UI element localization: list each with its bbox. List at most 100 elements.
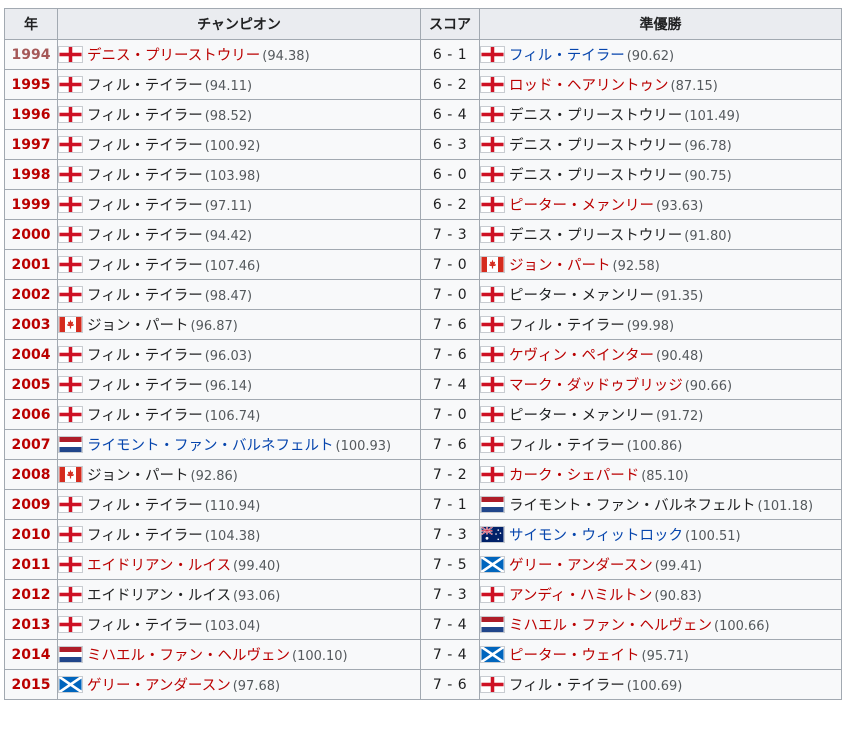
- england-flag-icon[interactable]: [58, 106, 83, 123]
- year-link[interactable]: 2009: [12, 497, 51, 513]
- year-link[interactable]: 1996: [12, 107, 51, 123]
- table-row: 2008 ジョン・パート (92.86) 7 - 2 カーク・シェパード (85.10): [4, 459, 842, 490]
- three-dart-average: (90.48): [656, 349, 704, 364]
- player-name[interactable]: ミハエル・ファン・ヘルヴェン: [87, 648, 290, 664]
- england-flag-icon[interactable]: [58, 166, 83, 183]
- england-flag-icon[interactable]: [480, 676, 505, 693]
- england-flag-icon[interactable]: [58, 226, 83, 243]
- england-flag-icon[interactable]: [58, 196, 83, 213]
- england-flag-icon[interactable]: [58, 256, 83, 273]
- canada-flag-icon[interactable]: [58, 466, 83, 483]
- player-name[interactable]: フィル・テイラー: [509, 48, 625, 64]
- year-link[interactable]: 1998: [12, 167, 51, 183]
- england-flag-icon[interactable]: [480, 196, 505, 213]
- runner-up-cell: サイモン・ウィットロック (100.51): [479, 519, 842, 550]
- year-link[interactable]: 2003: [12, 317, 51, 333]
- player-name[interactable]: エイドリアン・ルイス: [87, 558, 231, 574]
- year-link[interactable]: 2008: [12, 467, 51, 483]
- runner-up-cell: ピーター・ウェイト (95.71): [479, 639, 842, 670]
- year-link[interactable]: 1995: [12, 77, 51, 93]
- england-flag-icon[interactable]: [480, 406, 505, 423]
- player-name[interactable]: ライモント・ファン・バルネフェルト: [87, 438, 334, 454]
- england-flag-icon[interactable]: [58, 76, 83, 93]
- year-link[interactable]: 2007: [12, 437, 51, 453]
- england-flag-icon[interactable]: [480, 226, 505, 243]
- england-flag-icon[interactable]: [480, 76, 505, 93]
- runner-up-cell: フィル・テイラー (99.98): [479, 309, 842, 340]
- champion-cell: エイドリアン・ルイス (99.40): [57, 549, 421, 580]
- england-flag-icon[interactable]: [480, 136, 505, 153]
- champion-cell: フィル・テイラー (104.38): [57, 519, 421, 550]
- netherlands-flag-icon[interactable]: [480, 496, 505, 513]
- three-dart-average: (99.40): [232, 559, 281, 574]
- player-name[interactable]: サイモン・ウィットロック: [509, 528, 683, 544]
- england-flag-icon[interactable]: [480, 466, 505, 483]
- scotland-flag-icon[interactable]: [480, 646, 505, 663]
- netherlands-flag-icon[interactable]: [58, 436, 83, 453]
- player-name[interactable]: ジョン・パート: [509, 258, 611, 274]
- runner-up-cell: フィル・テイラー (100.86): [479, 429, 842, 460]
- player-name[interactable]: デニス・プリーストウリー: [87, 48, 260, 64]
- scotland-flag-icon[interactable]: [480, 556, 505, 573]
- year-link[interactable]: 1994: [12, 47, 51, 63]
- year-link[interactable]: 2015: [12, 677, 51, 693]
- champion-cell: ライモント・ファン・バルネフェルト (100.93): [57, 429, 421, 460]
- three-dart-average: (101.49): [684, 109, 740, 124]
- year-link[interactable]: 2010: [12, 527, 51, 543]
- player-name[interactable]: カーク・シェパード: [509, 468, 639, 484]
- england-flag-icon[interactable]: [58, 286, 83, 303]
- score-cell: 6 - 4: [420, 99, 480, 130]
- year-link[interactable]: 2006: [12, 407, 51, 423]
- year-link[interactable]: 2001: [12, 257, 51, 273]
- england-flag-icon[interactable]: [58, 406, 83, 423]
- england-flag-icon[interactable]: [480, 286, 505, 303]
- player-name[interactable]: ピーター・メァンリー: [509, 198, 654, 214]
- player-name[interactable]: ロッド・ヘアリントゥン: [509, 78, 669, 94]
- england-flag-icon[interactable]: [58, 376, 83, 393]
- three-dart-average: (106.74): [204, 409, 261, 424]
- year-link[interactable]: 2012: [12, 587, 51, 603]
- england-flag-icon[interactable]: [58, 346, 83, 363]
- table-row: 1996 フィル・テイラー (98.52) 6 - 4 デニス・プリーストウリー (101…: [4, 99, 842, 130]
- player-name: ジョン・パート: [87, 318, 189, 334]
- year-link[interactable]: 2005: [12, 377, 51, 393]
- england-flag-icon[interactable]: [480, 376, 505, 393]
- player-name[interactable]: ピーター・ウェイト: [509, 648, 640, 664]
- player-name[interactable]: ミハエル・ファン・ヘルヴェン: [509, 618, 712, 634]
- scotland-flag-icon[interactable]: [58, 676, 83, 693]
- netherlands-flag-icon[interactable]: [58, 646, 83, 663]
- england-flag-icon[interactable]: [480, 46, 505, 63]
- england-flag-icon[interactable]: [58, 616, 83, 633]
- england-flag-icon[interactable]: [480, 586, 505, 603]
- england-flag-icon[interactable]: [480, 316, 505, 333]
- canada-flag-icon[interactable]: [480, 256, 505, 273]
- year-link[interactable]: 2013: [12, 617, 51, 633]
- england-flag-icon[interactable]: [58, 556, 83, 573]
- england-flag-icon[interactable]: [480, 436, 505, 453]
- player-name[interactable]: マーク・ダッドゥブリッジ: [509, 378, 683, 394]
- england-flag-icon[interactable]: [480, 166, 505, 183]
- player-name[interactable]: ケヴィン・ペインター: [509, 348, 654, 364]
- england-flag-icon[interactable]: [58, 46, 83, 63]
- year-link[interactable]: 2011: [12, 557, 51, 573]
- england-flag-icon[interactable]: [58, 136, 83, 153]
- england-flag-icon[interactable]: [58, 496, 83, 513]
- netherlands-flag-icon[interactable]: [480, 616, 505, 633]
- year-link[interactable]: 1999: [12, 197, 51, 213]
- canada-flag-icon[interactable]: [58, 316, 83, 333]
- year-link[interactable]: 1997: [12, 137, 51, 153]
- england-flag-icon[interactable]: [58, 586, 83, 603]
- england-flag-icon[interactable]: [58, 526, 83, 543]
- australia-flag-icon[interactable]: [480, 526, 505, 543]
- champion-cell: フィル・テイラー (97.11): [57, 189, 421, 220]
- year-link[interactable]: 2004: [12, 347, 51, 363]
- year-link[interactable]: 2002: [12, 287, 51, 303]
- player-name[interactable]: ゲリー・アンダースン: [509, 558, 653, 574]
- year-link[interactable]: 2014: [12, 647, 51, 663]
- year-cell: 2009: [4, 489, 58, 520]
- england-flag-icon[interactable]: [480, 346, 505, 363]
- england-flag-icon[interactable]: [480, 106, 505, 123]
- player-name[interactable]: アンディ・ハミルトン: [509, 588, 652, 604]
- player-name[interactable]: ゲリー・アンダースン: [87, 678, 231, 694]
- year-link[interactable]: 2000: [12, 227, 51, 243]
